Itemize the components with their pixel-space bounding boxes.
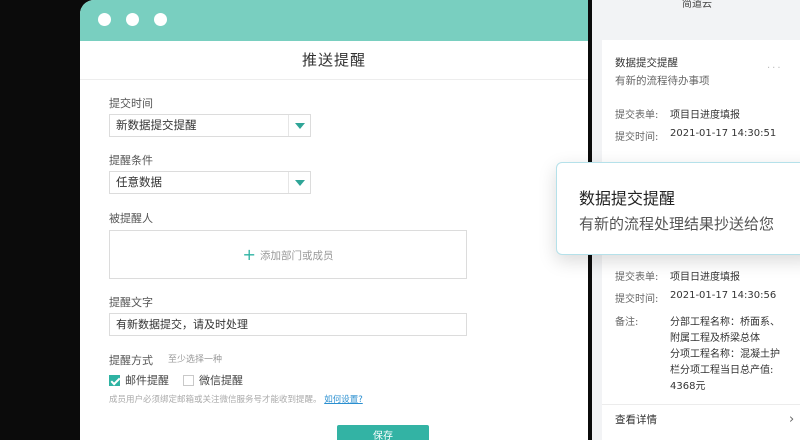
notice-text: 成员用户必须绑定邮箱或关注微信服务号才能收到提醒。 — [109, 395, 322, 405]
recipients-label: 被提醒人 — [109, 212, 153, 225]
submit-time-value: 新数据提交提醒 — [116, 118, 197, 132]
checkbox-empty-icon[interactable] — [183, 374, 194, 386]
add-member-label: 添加部门或成员 — [259, 250, 334, 262]
checkbox-checked-icon[interactable] — [109, 374, 120, 386]
email-option[interactable]: 邮件提醒 — [109, 372, 169, 388]
binding-notice: 成员用户必须绑定邮箱或关注微信服务号才能收到提醒。 如何设置? — [109, 393, 363, 405]
submit-time-label: 提交时间 — [109, 97, 153, 110]
submit-time-select[interactable]: 新数据提交提醒 — [109, 114, 311, 137]
email-option-label: 邮件提醒 — [125, 374, 169, 387]
condition-select[interactable]: 任意数据 — [109, 171, 311, 194]
card-subtitle: 有新的流程待办事项 — [615, 75, 710, 87]
time-value-2: 2021-01-17 14:30:56 — [670, 290, 777, 301]
wechat-option[interactable]: 微信提醒 — [183, 372, 243, 388]
window-control-dot[interactable] — [98, 13, 111, 26]
text-label: 提醒文字 — [109, 296, 153, 309]
card-divider — [602, 404, 800, 405]
note-line: 栏分项工程当日总产值: — [670, 365, 774, 376]
plus-icon: + — [242, 245, 256, 264]
reminder-text-input[interactable]: 有新数据提交，请及时处理 — [109, 313, 467, 336]
condition-value: 任意数据 — [116, 175, 162, 189]
form-key: 提交表单: — [615, 110, 659, 121]
reminder-settings-window: 推送提醒 提交时间 新数据提交提醒 提醒条件 任意数据 被提醒人 + 添加部门或成… — [80, 0, 588, 440]
window-control-dot[interactable] — [154, 13, 167, 26]
form-value: 项目日进度填报 — [670, 110, 740, 121]
form-key-2: 提交表单: — [615, 272, 659, 283]
wechat-option-label: 微信提醒 — [199, 374, 243, 387]
note-key: 备注: — [615, 317, 639, 328]
form-title: 推送提醒 — [80, 41, 588, 80]
note-line: 分部工程名称：桥面系、 — [670, 317, 780, 328]
notification-toast[interactable]: 数据提交提醒 有新的流程处理结果抄送给您 — [556, 162, 800, 255]
method-hint: 至少选择一种 — [168, 355, 223, 365]
dropdown-arrow-icon[interactable] — [288, 172, 310, 193]
chevron-right-icon[interactable]: › — [789, 412, 794, 427]
save-button[interactable]: 保存 — [337, 425, 429, 440]
time-value: 2021-01-17 14:30:51 — [670, 128, 777, 139]
add-member-box[interactable]: + 添加部门或成员 — [109, 230, 467, 279]
time-key-2: 提交时间: — [615, 294, 659, 305]
dropdown-arrow-icon[interactable] — [288, 115, 310, 136]
note-line: 分项工程名称：混凝土护 — [670, 349, 780, 360]
more-icon[interactable]: ... — [767, 60, 783, 71]
card-title: 数据提交提醒 — [615, 57, 678, 69]
window-titlebar — [80, 0, 588, 41]
app-title: 简道云 — [682, 0, 712, 10]
toast-title: 数据提交提醒 — [579, 189, 676, 208]
how-to-setup-link[interactable]: 如何设置? — [324, 395, 363, 405]
method-label: 提醒方式 — [109, 354, 153, 367]
condition-label: 提醒条件 — [109, 154, 153, 167]
time-key: 提交时间: — [615, 132, 659, 143]
note-line: 附属工程及桥梁总体 — [670, 333, 760, 344]
form-value-2: 项目日进度填报 — [670, 272, 740, 283]
toast-text: 有新的流程处理结果抄送给您 — [579, 215, 775, 233]
window-control-dot[interactable] — [126, 13, 139, 26]
view-details-link[interactable]: 查看详情 — [615, 412, 657, 427]
note-line: 4368元 — [670, 381, 706, 392]
